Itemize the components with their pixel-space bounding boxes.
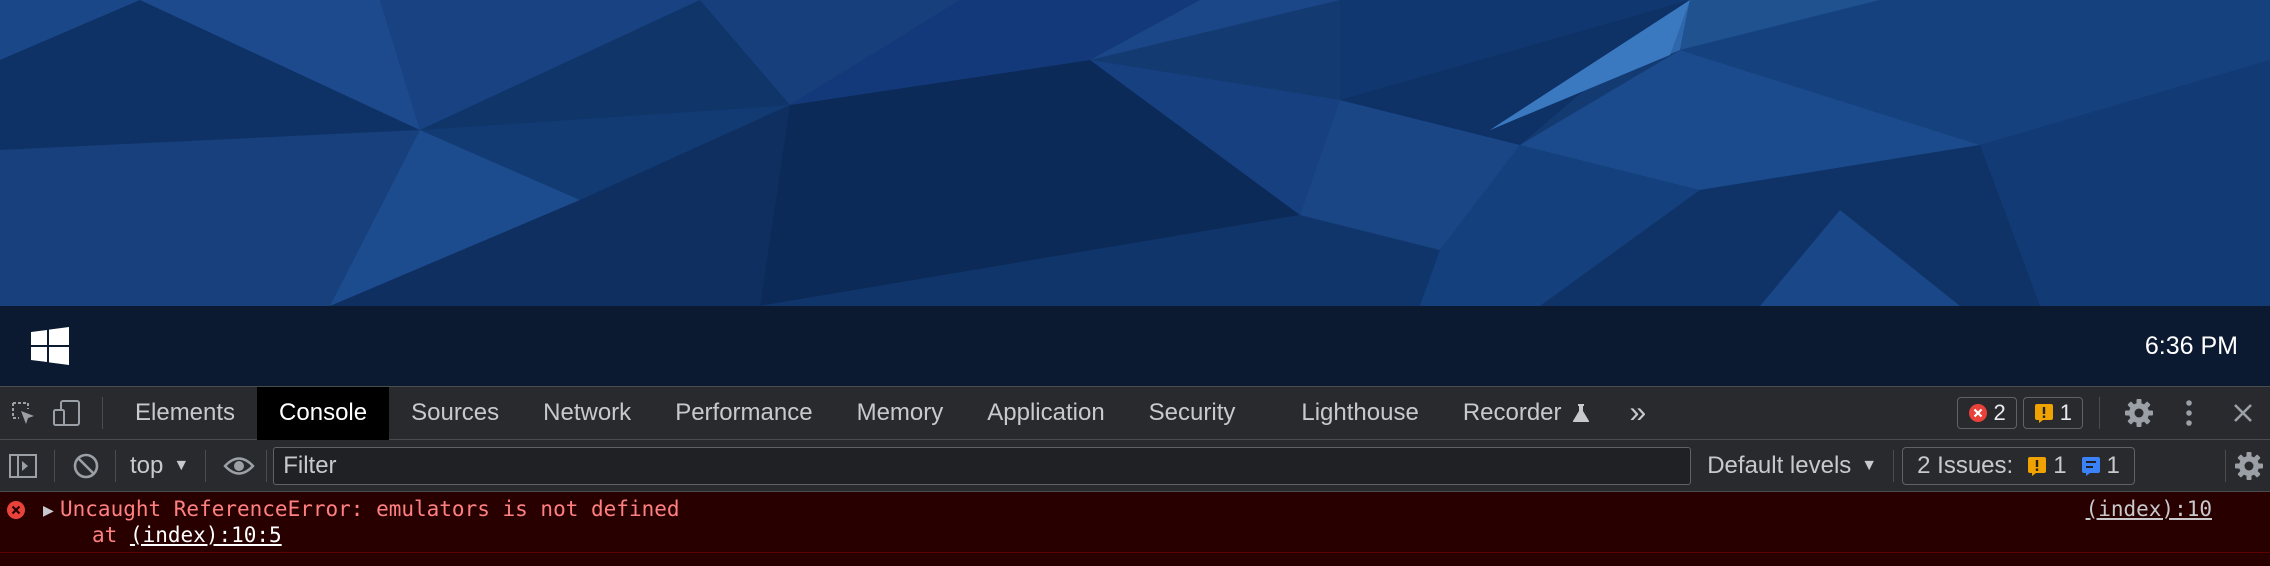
- error-counter[interactable]: 2: [1956, 397, 2017, 429]
- error-icon: [6, 500, 26, 525]
- filter-input[interactable]: [273, 446, 1692, 485]
- expand-triangle-icon[interactable]: ▶: [43, 502, 54, 519]
- tab-console[interactable]: Console: [257, 386, 390, 440]
- divider: [266, 449, 268, 482]
- kebab-menu-icon: [2186, 400, 2192, 426]
- settings-button[interactable]: [2122, 396, 2156, 430]
- more-options-button[interactable]: [2172, 396, 2206, 430]
- more-tabs-button[interactable]: »: [1612, 396, 1665, 430]
- block-icon: [73, 453, 99, 478]
- caret-down-icon: ▼: [1861, 456, 1878, 474]
- divider: [2225, 449, 2226, 482]
- divider: [102, 397, 103, 429]
- divider: [54, 449, 55, 482]
- desktop-wallpaper: [0, 0, 2270, 306]
- tab-security[interactable]: Security: [1127, 387, 1280, 440]
- source-link[interactable]: (index):10: [2086, 497, 2212, 521]
- console-settings-button[interactable]: [2232, 449, 2266, 483]
- device-toolbar-button[interactable]: [50, 396, 84, 430]
- divider: [2099, 397, 2100, 429]
- inspect-cursor-icon: [12, 402, 34, 424]
- sidebar-icon: [9, 453, 37, 478]
- context-selector[interactable]: top ▼: [120, 452, 199, 480]
- stack-trace-line: at (index):10:5: [92, 523, 282, 547]
- tab-elements[interactable]: Elements: [113, 387, 257, 440]
- close-icon: [2234, 404, 2252, 422]
- caret-down-icon: ▼: [173, 456, 190, 474]
- tab-performance[interactable]: Performance: [653, 387, 834, 440]
- tab-network[interactable]: Network: [521, 387, 653, 440]
- divider: [115, 449, 116, 482]
- warning-icon: [2027, 456, 2047, 476]
- eye-icon: [223, 456, 255, 475]
- divider: [1893, 449, 1895, 482]
- device-mode-icon: [53, 400, 80, 426]
- warning-icon: [2034, 403, 2054, 423]
- tab-recorder[interactable]: Recorder: [1441, 387, 1612, 440]
- log-levels-dropdown[interactable]: Default levels ▼: [1691, 452, 1893, 480]
- devtools-tabbar: Elements Console Sources Network Perform…: [0, 386, 2270, 440]
- wallpaper-polygons: [0, 0, 2270, 306]
- start-button[interactable]: [30, 326, 70, 366]
- taskbar: 6:36 PM: [0, 306, 2270, 386]
- sidebar-toggle-button[interactable]: [6, 449, 40, 483]
- warning-counter[interactable]: 1: [2022, 397, 2083, 429]
- tab-memory[interactable]: Memory: [835, 387, 966, 440]
- taskbar-clock[interactable]: 6:36 PM: [2145, 332, 2238, 361]
- tab-sources[interactable]: Sources: [389, 387, 521, 440]
- error-icon: [1968, 403, 1988, 423]
- info-message-icon: [2081, 456, 2101, 476]
- inspect-element-button[interactable]: [6, 396, 40, 430]
- stack-location-link[interactable]: (index):10:5: [130, 523, 282, 547]
- gear-icon: [2125, 399, 2153, 427]
- error-message-text: Uncaught ReferenceError: emulators is no…: [60, 497, 680, 521]
- console-output: ▶ Uncaught ReferenceError: emulators is …: [0, 492, 2270, 566]
- close-devtools-button[interactable]: [2226, 396, 2260, 430]
- divider: [205, 449, 207, 482]
- tab-lighthouse[interactable]: Lighthouse: [1279, 387, 1440, 440]
- issues-button[interactable]: 2 Issues: 1 1: [1902, 446, 2135, 485]
- flask-icon: [1572, 403, 1590, 423]
- clear-console-button[interactable]: [69, 449, 103, 483]
- windows-logo-icon: [31, 327, 69, 365]
- devtools-panel: Elements Console Sources Network Perform…: [0, 386, 2270, 566]
- live-expression-button[interactable]: [222, 449, 256, 483]
- tab-application[interactable]: Application: [965, 387, 1126, 440]
- gear-icon: [2235, 451, 2263, 480]
- console-toolbar: top ▼ Default levels ▼ 2 Issues:: [0, 440, 2270, 492]
- console-message-error: ▶ Uncaught ReferenceError: emulators is …: [0, 492, 2270, 553]
